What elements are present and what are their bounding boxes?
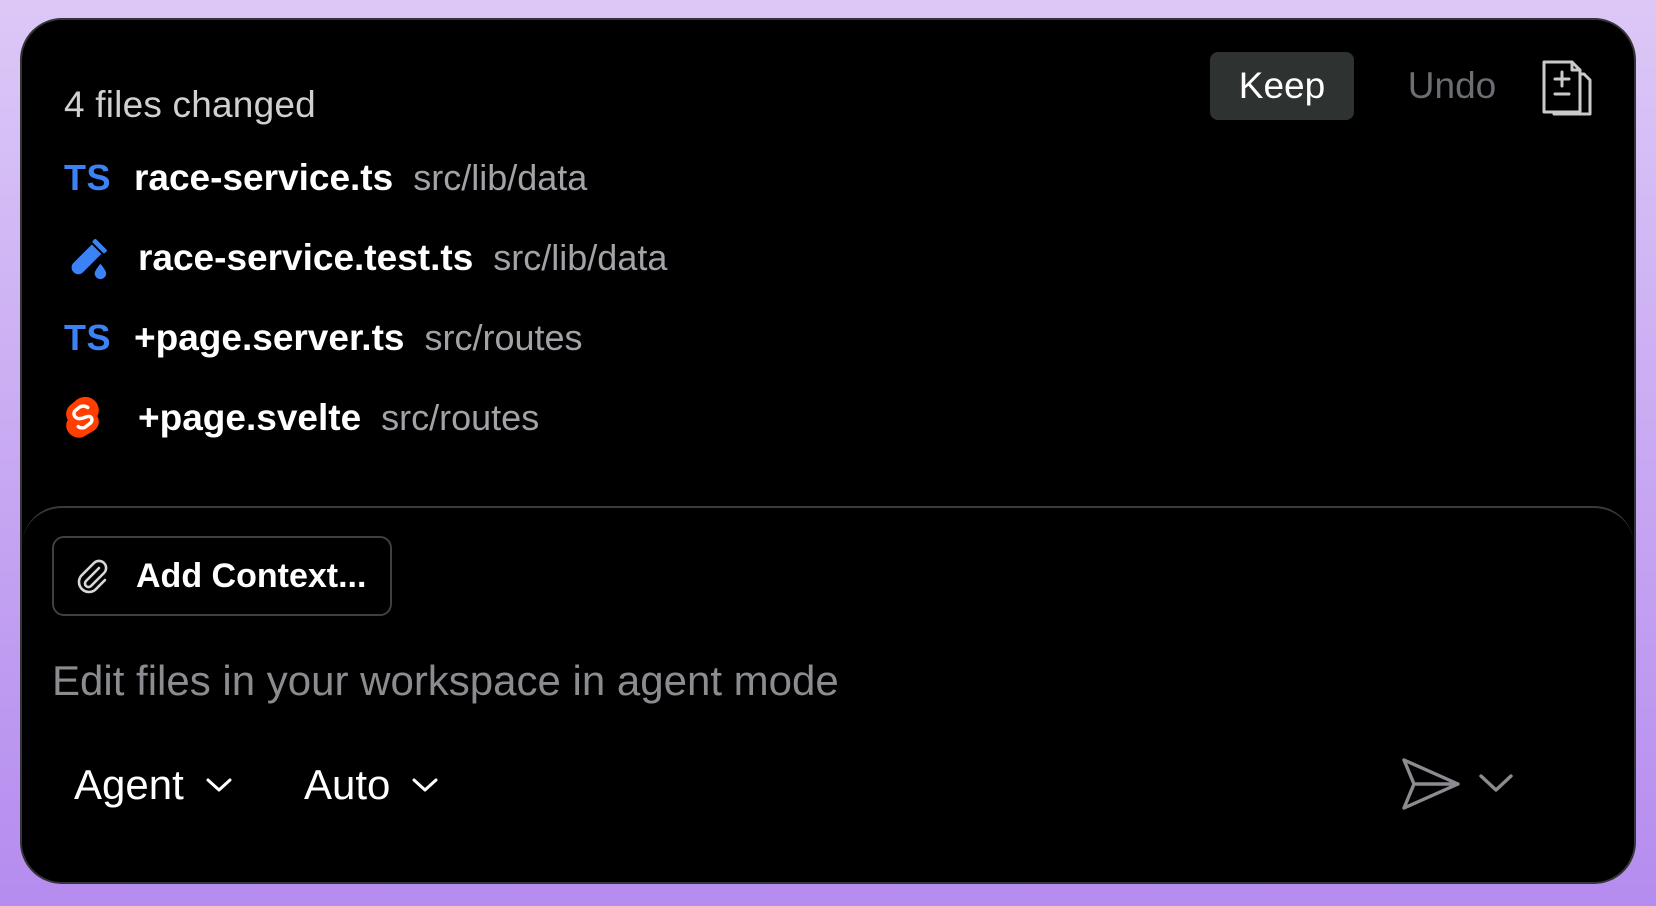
files-changed-title: 4 files changed xyxy=(64,84,316,125)
undo-button[interactable]: Undo xyxy=(1382,52,1522,120)
svelte-icon xyxy=(64,394,138,442)
chat-composer: Add Context... Agent Auto xyxy=(22,506,1634,882)
chat-prompt-input[interactable] xyxy=(52,646,1552,716)
keep-button[interactable]: Keep xyxy=(1210,52,1354,120)
test-tube-icon xyxy=(64,234,138,282)
file-path: src/lib/data xyxy=(493,237,668,278)
typescript-icon: TS xyxy=(64,157,112,198)
file-path: src/routes xyxy=(424,317,583,358)
file-diff-icon[interactable] xyxy=(1540,58,1596,116)
changes-header: 4 files changed Keep Undo xyxy=(22,20,1634,150)
file-name: +page.svelte xyxy=(138,397,362,438)
chevron-down-icon xyxy=(1479,774,1513,792)
model-label: Auto xyxy=(304,761,391,808)
model-picker[interactable]: Auto xyxy=(304,750,440,820)
add-context-label: Add Context... xyxy=(136,556,367,595)
chevron-down-icon xyxy=(206,778,232,792)
file-name: +page.server.ts xyxy=(134,317,405,358)
send-button[interactable] xyxy=(1398,754,1462,814)
changed-file-row[interactable]: TS +page.server.ts src/routes xyxy=(64,308,583,368)
file-path: src/routes xyxy=(381,397,540,438)
changed-file-row[interactable]: race-service.test.ts src/lib/data xyxy=(64,228,667,288)
changed-file-row[interactable]: +page.svelte src/routes xyxy=(64,388,539,448)
send-options-button[interactable] xyxy=(1478,770,1514,796)
file-path: src/lib/data xyxy=(413,157,588,198)
typescript-icon: TS xyxy=(64,317,112,358)
add-context-button[interactable]: Add Context... xyxy=(52,536,392,616)
file-name: race-service.test.ts xyxy=(138,237,474,278)
mode-picker[interactable]: Agent xyxy=(74,750,234,820)
paperclip-icon xyxy=(72,556,112,596)
mode-label: Agent xyxy=(74,761,184,808)
changed-file-row[interactable]: TS race-service.ts src/lib/data xyxy=(64,148,587,208)
chat-panel: 4 files changed Keep Undo TS race-servic… xyxy=(20,18,1636,884)
file-name: race-service.ts xyxy=(134,157,394,198)
send-icon xyxy=(1402,758,1460,810)
chevron-down-icon xyxy=(412,778,438,792)
